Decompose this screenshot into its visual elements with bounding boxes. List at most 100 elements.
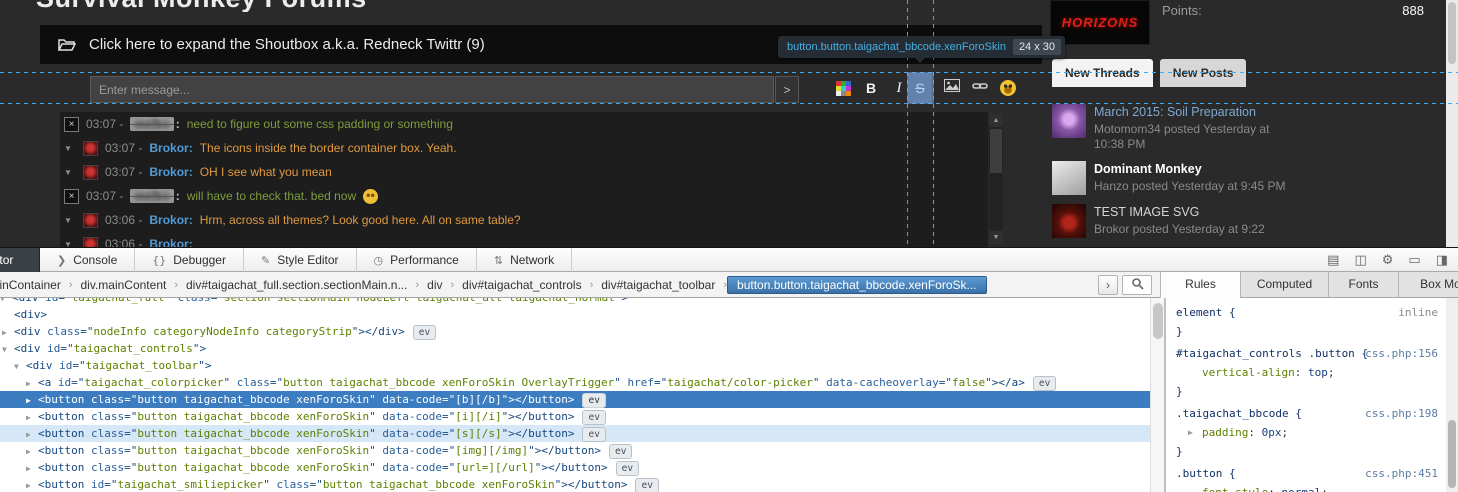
settings-icon[interactable]: ⚙ (1382, 253, 1394, 268)
node-expand-arrow[interactable]: ▶ (26, 443, 38, 460)
event-listener-badge[interactable]: ev (413, 325, 436, 340)
markup-node-line[interactable]: ▶<button class="button taigachat_bbcode … (0, 459, 1150, 476)
dock-side-icon[interactable]: ◨ (1436, 253, 1448, 268)
node-expand-arrow[interactable]: ▶ (26, 375, 38, 392)
screenshot-icon[interactable]: ▤ (1327, 253, 1339, 268)
insert-link-button[interactable] (968, 73, 992, 103)
tab-style-editor[interactable]: ✎Style Editor (244, 248, 357, 272)
search-button[interactable] (1122, 275, 1152, 295)
breadcrumb-div-taigachat-full-section-sectionmain-n[interactable]: div#taigachat_full.section.sectionMain.n… (178, 277, 415, 293)
smilies-button[interactable] (996, 73, 1020, 103)
tab-network[interactable]: ⇅Network (477, 248, 572, 272)
node-expand-arrow[interactable]: ▼ (14, 358, 26, 375)
user-avatar[interactable] (83, 237, 98, 248)
sidebar-tab-rules[interactable]: Rules (1160, 272, 1240, 298)
username-redacted[interactable]: melbo (130, 117, 173, 131)
thread-avatar[interactable] (1052, 104, 1086, 138)
markup-node-line[interactable]: ▶<button class="button taigachat_bbcode … (0, 442, 1150, 459)
breadcrumb-div-taigachat-toolbar[interactable]: div#taigachat_toolbar (593, 277, 723, 293)
username-link[interactable]: Brokor: (149, 237, 192, 247)
breadcrumb-div-maincontainer[interactable]: div.mainContainer (0, 277, 69, 293)
markup-node-line[interactable]: ▼<div id="taigachat_controls"> (0, 340, 1150, 357)
event-listener-badge[interactable]: ev (582, 393, 605, 408)
markup-node-line[interactable]: <div> (0, 306, 1150, 323)
markup-scrollbar-thumb[interactable] (1153, 303, 1163, 339)
thread-title-link[interactable]: Dominant Monkey (1094, 161, 1294, 177)
sidebar-tab-computed[interactable]: Computed (1240, 272, 1328, 298)
node-expand-arrow[interactable]: ▶ (2, 324, 14, 341)
rule-source-link[interactable]: css.php:156 (1365, 344, 1438, 363)
username-redacted[interactable]: melbo (130, 189, 173, 203)
sidebar-tab-new-posts[interactable]: New Posts (1160, 59, 1247, 87)
message-menu-chevron-icon[interactable]: ▼ (64, 216, 76, 225)
markup-node-line[interactable]: ▶<button id="taigachat_smiliepicker" cla… (0, 476, 1150, 492)
node-expand-arrow[interactable]: ▼ (2, 341, 14, 358)
chat-scrollbar-thumb[interactable] (990, 129, 1002, 173)
rule-selector[interactable]: #taigachat_controls .button { (1176, 347, 1368, 360)
chat-scroll-down-button[interactable]: ▼ (989, 231, 1003, 244)
sidebar-tab-fonts[interactable]: Fonts (1328, 272, 1398, 298)
markup-scrollbar[interactable] (1150, 298, 1164, 492)
user-avatar[interactable] (83, 141, 98, 156)
message-input[interactable] (90, 76, 774, 103)
css-declaration[interactable]: ▶padding: 0px; (1176, 423, 1440, 442)
rule-source-link[interactable]: css.php:451 (1365, 464, 1438, 483)
event-listener-badge[interactable]: ev (616, 461, 639, 476)
sidebar-tab-new-threads[interactable]: New Threads (1052, 59, 1153, 87)
css-declaration[interactable]: font-style: normal; (1176, 483, 1440, 492)
thread-title-link[interactable]: March 2015: Soil Preparation (1094, 104, 1294, 120)
event-listener-badge[interactable]: ev (1033, 376, 1056, 391)
markup-node-line[interactable]: ▶<button class="button taigachat_bbcode … (0, 391, 1150, 408)
markup-node-line[interactable]: ▶<a id="taigachat_colorpicker" class="bu… (0, 374, 1150, 391)
user-avatar[interactable] (83, 165, 98, 180)
split-console-icon[interactable]: ◫ (1354, 253, 1366, 268)
sidebar-tab-box-model[interactable]: Box Model (1398, 272, 1458, 298)
tab-console[interactable]: ❯Console (40, 248, 135, 272)
send-button[interactable]: > (775, 76, 799, 103)
insert-image-button[interactable] (940, 73, 964, 103)
username-link[interactable]: Brokor: (149, 165, 192, 179)
markup-node-line[interactable]: ▶<div class="nodeInfo categoryNodeInfo c… (0, 323, 1150, 340)
rule-selector[interactable]: element { (1176, 306, 1236, 319)
rules-scrollbar-thumb[interactable] (1448, 420, 1456, 488)
rule-source-link[interactable]: inline (1398, 303, 1438, 322)
tab-inspector[interactable]: Inspector (0, 248, 40, 272)
rules-scrollbar[interactable] (1446, 298, 1458, 492)
rule-selector[interactable]: .taigachat_bbcode { (1176, 407, 1302, 420)
node-expand-arrow[interactable]: ▶ (26, 477, 38, 492)
thread-avatar[interactable] (1052, 204, 1086, 238)
bold-button[interactable]: B (859, 73, 883, 103)
rule-selector[interactable]: .button { (1176, 467, 1236, 480)
markup-node-line[interactable]: ▶<button class="button taigachat_bbcode … (0, 408, 1150, 425)
event-listener-badge[interactable]: ev (609, 444, 632, 459)
node-expand-arrow[interactable]: ▶ (26, 426, 38, 443)
markup-node-line[interactable]: ▶<button class="button taigachat_bbcode … (0, 425, 1150, 442)
message-menu-chevron-icon[interactable]: ▼ (64, 240, 76, 248)
css-declaration[interactable]: vertical-align: top; (1176, 363, 1440, 382)
breadcrumb-button-button-taigachat-bbcode-xenforosk[interactable]: button.button.taigachat_bbcode.xenForoSk… (727, 276, 987, 294)
event-listener-badge[interactable]: ev (582, 427, 605, 442)
node-expand-arrow[interactable]: ▶ (26, 392, 38, 409)
expand-shorthand-arrow[interactable]: ▶ (1188, 423, 1193, 442)
page-scrollbar-thumb[interactable] (1448, 2, 1456, 64)
breadcrumb-overflow-button[interactable]: › (1098, 275, 1118, 295)
message-menu-chevron-icon[interactable]: ▼ (64, 144, 76, 153)
thread-avatar[interactable] (1052, 161, 1086, 195)
color-picker-button[interactable] (831, 73, 855, 103)
username-link[interactable]: Brokor: (149, 213, 192, 227)
username-link[interactable]: Brokor: (149, 141, 192, 155)
chat-scroll-up-button[interactable]: ▲ (989, 114, 1003, 127)
node-expand-arrow[interactable]: ▶ (26, 409, 38, 426)
markup-node-line[interactable]: ▼<div id="taigachat_toolbar"> (0, 357, 1150, 374)
thread-title-link[interactable]: TEST IMAGE SVG (1094, 204, 1294, 220)
responsive-mode-icon[interactable]: ▭ (1408, 253, 1420, 268)
message-menu-chevron-icon[interactable]: ▼ (64, 168, 76, 177)
breadcrumb-div[interactable]: div (419, 277, 450, 293)
chat-scrollbar[interactable]: ▲ ▼ (989, 114, 1003, 244)
node-expand-arrow[interactable]: ▶ (26, 460, 38, 477)
page-scrollbar[interactable] (1446, 0, 1458, 247)
rule-source-link[interactable]: css.php:198 (1365, 404, 1438, 423)
user-avatar[interactable] (83, 213, 98, 228)
event-listener-badge[interactable]: ev (635, 478, 658, 492)
markup-node-line[interactable]: ▼<div id="taigachat_full" class="section… (0, 298, 1150, 306)
